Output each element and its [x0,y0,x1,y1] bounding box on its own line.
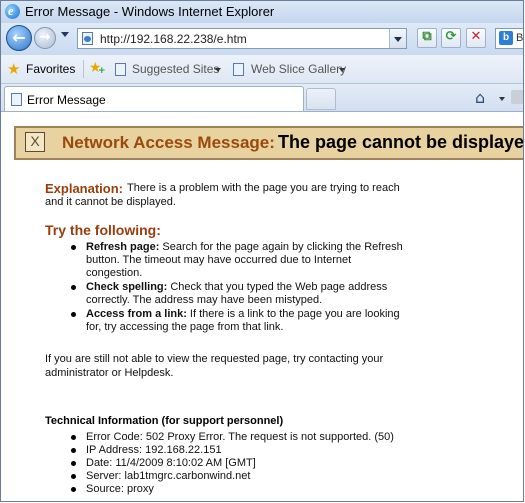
technical-info-heading: Technical Information (for support perso… [45,415,284,427]
list-item: Refresh page: Search for the page again … [71,241,406,280]
list-item: Server: lab1tmgrc.carbonwind.net [71,470,394,483]
address-dropdown-button[interactable] [389,29,406,48]
chevron-down-icon[interactable] [339,68,345,72]
home-icon[interactable]: ⌂ [475,88,485,107]
tip-label: Access from a link: [86,308,187,320]
feeds-icon[interactable] [511,90,523,104]
banner-message: The page cannot be displayed [278,132,524,152]
compatibility-view-button[interactable]: ⧉ [417,28,437,48]
favorites-bar: ★ Favorites ★ + Suggested Sites Web Slice… [1,55,523,84]
favorites-button[interactable]: Favorites [26,62,75,76]
title-bar: e Error Message - Windows Internet Explo… [1,1,523,23]
stop-button[interactable]: ✕ [466,28,486,48]
tip-label: Check spelling: [86,281,168,293]
page-icon [11,93,22,106]
navigation-bar: ← → http://192.168.22.238/e.htm ⧉ ⟳ ✕ b … [1,23,524,55]
tips-list: Refresh page: Search for the page again … [71,241,406,335]
tip-label: Refresh page: [86,241,160,253]
browser-window: e Error Message - Windows Internet Explo… [0,0,524,502]
back-button[interactable]: ← [6,25,32,51]
address-url[interactable]: http://192.168.22.238/e.htm [100,32,247,46]
page-icon [82,32,93,45]
technical-info-list: Error Code: 502 Proxy Error. The request… [71,431,394,496]
error-x-icon: X [25,132,45,152]
chevron-down-icon[interactable] [499,97,505,101]
search-box[interactable]: b B [495,28,524,49]
explanation-text: There is a problem with the page you are… [45,182,400,208]
list-item: Error Code: 502 Proxy Error. The request… [71,431,394,443]
web-slice-gallery-link[interactable]: Web Slice Gallery [251,62,346,76]
favorites-star-icon[interactable]: ★ [7,60,20,78]
suggested-sites-link[interactable]: Suggested Sites [132,62,219,76]
tab-error-message[interactable]: Error Message [4,86,304,111]
ie-logo-icon: e [5,3,20,19]
divider [83,60,84,78]
window-title: Error Message - Windows Internet Explore… [25,4,275,19]
contact-admin-text: If you are still not able to view the re… [45,353,384,379]
web-slice-gallery-icon [233,63,244,76]
add-to-favorites-icon[interactable]: ★ + [89,60,106,76]
forward-button[interactable]: → [34,27,56,49]
error-banner: X Network Access Message: The page canno… [14,126,524,160]
tab-label: Error Message [27,93,106,107]
new-tab-button[interactable] [306,88,336,110]
list-item: Check spelling: Check that you typed the… [71,281,406,307]
list-item: Date: 11/4/2009 8:10:02 AM [GMT] [71,457,394,470]
refresh-button[interactable]: ⟳ [441,28,461,48]
address-bar[interactable]: http://192.168.22.238/e.htm [77,28,407,49]
search-provider-label: B [516,32,524,44]
list-item: Source: proxy [71,483,394,496]
chevron-down-icon[interactable] [215,68,221,72]
page-content: X Network Access Message: The page canno… [1,112,524,501]
recent-pages-dropdown[interactable] [61,32,69,37]
tab-bar: Error Message ⌂ [1,84,523,112]
banner-label: Network Access Message: [62,133,275,152]
try-heading: Try the following: [45,222,161,238]
bing-icon: b [499,31,513,45]
suggested-sites-icon [115,63,126,76]
list-item: IP Address: 192.168.22.151 [71,444,394,457]
list-item: Access from a link: If there is a link t… [71,308,406,334]
